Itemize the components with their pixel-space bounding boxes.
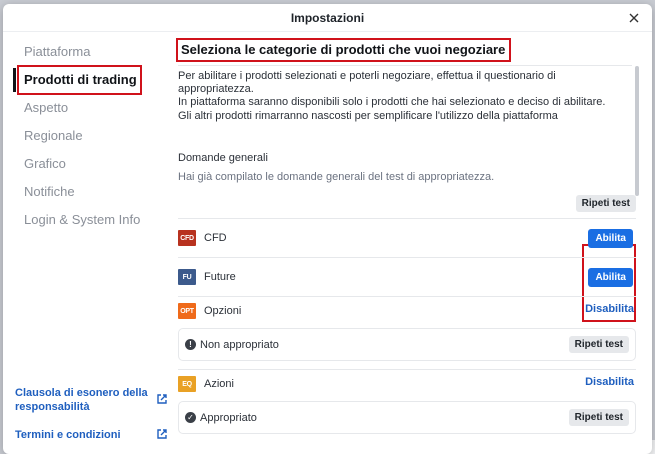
sidebar-item-label: Notifiche [24,184,75,199]
disable-options-link[interactable]: Disabilita [585,303,634,315]
disclaimer-link-label: Clausola di esonero della responsabilità [15,387,148,413]
external-link-icon [157,429,167,439]
cfd-icon: CFD [178,230,196,246]
sidebar-item-label: Piattaforma [24,44,91,59]
scrollbar[interactable] [635,66,639,196]
external-link-icon [157,394,167,404]
general-questions-label: Domande generali [178,152,268,164]
sidebar-item-prodotti-di-trading[interactable]: Prodotti di trading [3,65,168,95]
sidebar-links: Clausola di esonero della responsabilità… [15,386,168,454]
equity-status-card: ✓ Appropriato Ripeti test [178,401,636,434]
product-row-opzioni: OPT Opzioni Disabilita [178,296,636,326]
product-row-cfd: CFD CFD Abilita [178,218,636,257]
product-name: Future [204,271,236,283]
enable-future-button[interactable]: Abilita [588,267,633,287]
retest-equity-button[interactable]: Ripeti test [568,409,629,426]
warning-icon: ! [185,339,196,350]
general-questions-status: Hai già compilato le domande generali de… [178,171,495,183]
sidebar-item-label: Regionale [24,128,83,143]
close-icon [629,13,639,23]
product-name: Azioni [204,378,234,390]
enable-cfd-button[interactable]: Abilita [588,228,633,248]
product-row-azioni: EQ Azioni Disabilita [178,369,636,399]
settings-sidebar: Piattaforma Prodotti di trading Aspetto … [3,32,168,454]
sidebar-item-label: Aspetto [24,100,69,115]
terms-link[interactable]: Termini e condizioni [15,428,168,442]
sidebar-item-aspetto[interactable]: Aspetto [3,94,168,122]
divider [178,65,632,66]
sidebar-item-label: Grafico [24,156,66,171]
equity-icon: EQ [178,376,196,392]
close-button[interactable] [626,10,642,26]
future-icon: FU [178,269,196,285]
product-name: CFD [204,232,227,244]
terms-link-label: Termini e condizioni [15,429,121,441]
sidebar-item-grafico[interactable]: Grafico [3,150,168,178]
disable-equity-link[interactable]: Disabilita [585,376,634,388]
sidebar-nav: Piattaforma Prodotti di trading Aspetto … [3,32,168,234]
intro-text: Per abilitare i prodotti selezionati e p… [178,70,608,123]
sidebar-item-piattaforma[interactable]: Piattaforma [3,38,168,66]
dialog-header: Impostazioni [3,4,652,32]
options-icon: OPT [178,303,196,319]
retest-options-button[interactable]: Ripeti test [568,336,629,353]
page-title: Seleziona le categorie di prodotti che v… [176,38,511,62]
highlight-box [17,65,142,95]
options-status-card: ! Non appropriato Ripeti test [178,328,636,361]
status-text: Appropriato [200,411,257,424]
product-row-future: FU Future Abilita [178,257,636,296]
sidebar-item-regionale[interactable]: Regionale [3,122,168,150]
dialog-title: Impostazioni [290,10,365,25]
intro-paragraph: Per abilitare i prodotti selezionati e p… [178,70,556,96]
product-list: CFD CFD Abilita FU Future Abilita OPT Op… [178,218,636,442]
status-text: Non appropriato [200,338,279,351]
settings-dialog: Impostazioni Piattaforma Prodotti di tra… [3,4,652,454]
retest-general-button[interactable]: Ripeti test [575,195,636,212]
intro-paragraph: In piattaforma saranno disponibili solo … [178,96,606,122]
product-name: Opzioni [204,305,242,317]
settings-main: Seleziona le categorie di prodotti che v… [168,32,642,454]
sidebar-item-label: Login & System Info [24,212,141,227]
sidebar-item-login-system-info[interactable]: Login & System Info [3,206,168,234]
check-icon: ✓ [185,412,196,423]
sidebar-item-notifiche[interactable]: Notifiche [3,178,168,206]
disclaimer-link[interactable]: Clausola di esonero della responsabilità [15,386,168,414]
